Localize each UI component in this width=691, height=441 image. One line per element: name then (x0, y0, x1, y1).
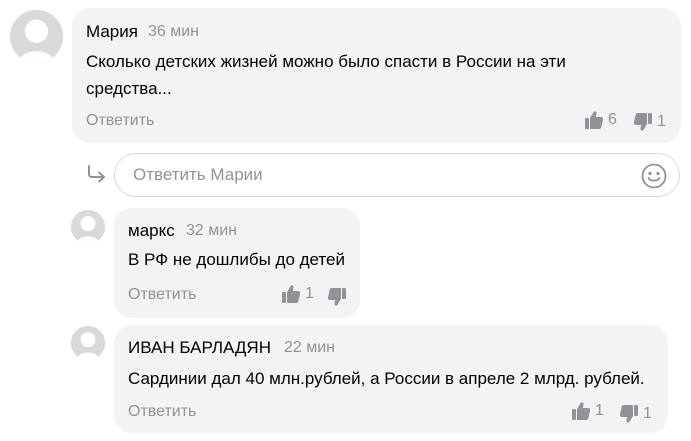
smile-icon[interactable] (641, 163, 667, 189)
comment-time: 36 мин (148, 23, 200, 40)
comment-text-line: средства... (86, 79, 172, 98)
comment-author[interactable]: Мария (86, 22, 138, 42)
comment-bubble: ИВАН БАРЛАДЯН 22 мин Сардинии дал 40 млн… (114, 325, 668, 433)
reply-button[interactable]: Ответить (128, 286, 196, 304)
thumb-up-icon (281, 284, 301, 304)
comment-author[interactable]: маркс (128, 221, 175, 241)
comment-time: 22 мин (284, 339, 336, 356)
dislike-button[interactable]: 1 (633, 112, 666, 132)
comment-bubble: Мария 36 мин Сколько детских жизней можн… (72, 8, 681, 143)
like-button[interactable]: 6 (584, 110, 617, 130)
avatar-silhouette-icon (10, 10, 63, 63)
avatar[interactable] (71, 326, 105, 360)
reply-button[interactable]: Ответить (86, 112, 154, 130)
dislike-count: 1 (657, 113, 666, 130)
avatar[interactable] (71, 210, 105, 244)
comment-text-line: В РФ не дошлибы до детей (128, 250, 345, 269)
comment-bubble: маркс 32 мин В РФ не дошлибы до детей От… (114, 208, 360, 318)
avatar[interactable] (10, 10, 63, 63)
dislike-count: 1 (643, 405, 652, 422)
comment-text: Сардинии дал 40 млн.рублей, а России в а… (128, 365, 658, 392)
comment-text-line: Сардинии дал 40 млн.рублей, а России в а… (128, 369, 645, 388)
comment-text-line: Сколько детских жизней можно было спасти… (86, 52, 566, 71)
thumb-up-icon (584, 110, 604, 130)
thumb-down-icon (327, 287, 347, 307)
like-count: 1 (595, 402, 604, 419)
thumb-up-icon (571, 401, 591, 421)
avatar-silhouette-icon (71, 210, 105, 244)
reply-input[interactable] (133, 154, 623, 196)
comment-text: Сколько детских жизней можно было спасти… (86, 48, 666, 102)
reply-arrow-icon (88, 165, 105, 183)
dislike-button[interactable] (327, 287, 351, 307)
comment-time: 32 мин (186, 222, 238, 239)
thumb-down-icon (619, 404, 639, 424)
comment-text: В РФ не дошлибы до детей (128, 246, 353, 273)
dislike-button[interactable]: 1 (619, 404, 652, 424)
like-count: 6 (608, 111, 617, 128)
avatar-silhouette-icon (71, 326, 105, 360)
comment-author[interactable]: ИВАН БАРЛАДЯН (128, 338, 271, 358)
thumb-down-icon (633, 112, 653, 132)
like-count: 1 (305, 285, 314, 302)
like-button[interactable]: 1 (571, 401, 604, 421)
reply-button[interactable]: Ответить (128, 403, 196, 421)
reply-form (114, 153, 680, 197)
like-button[interactable]: 1 (281, 284, 314, 304)
